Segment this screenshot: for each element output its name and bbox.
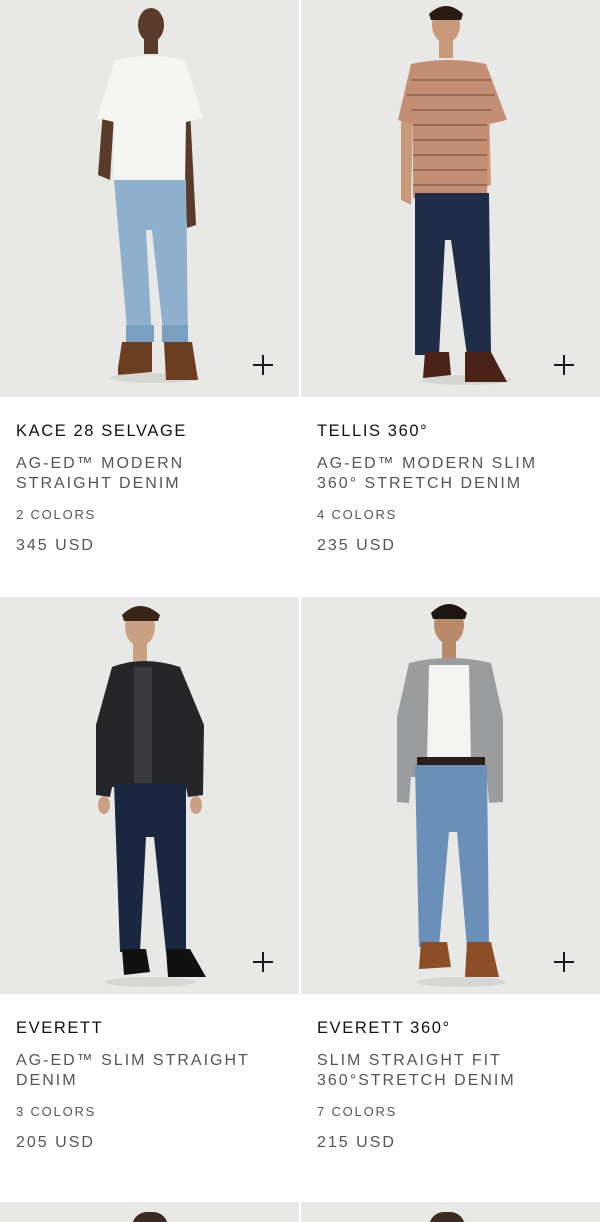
product-name[interactable]: EVERETT 360° (317, 1018, 600, 1038)
product-card[interactable]: TELLIS 360° AG-ED™ MODERN SLIM 360° STRE… (301, 0, 600, 597)
product-image[interactable] (301, 1202, 600, 1222)
product-price: 205 USD (16, 1134, 95, 1151)
product-description: AG-ED™ MODERN SLIM 360° STRETCH DENIM (317, 455, 538, 492)
product-grid: KACE 28 SELVAGE AG-ED™ MODERN STRAIGHT D… (0, 0, 600, 1194)
add-to-bag-plus-icon[interactable] (253, 952, 273, 972)
product-card[interactable]: EVERETT 360° SLIM STRAIGHT FIT 360°STRET… (301, 597, 600, 1194)
product-info: TELLIS 360° AG-ED™ MODERN SLIM 360° STRE… (301, 397, 600, 597)
product-card[interactable]: KACE 28 SELVAGE AG-ED™ MODERN STRAIGHT D… (0, 0, 299, 597)
product-name[interactable]: EVERETT (16, 1018, 299, 1038)
product-color-count: 4 COLORS (317, 507, 398, 522)
model-photo (397, 604, 506, 987)
model-photo (97, 8, 203, 383)
product-description: AG-ED™ MODERN STRAIGHT DENIM (16, 455, 185, 492)
product-price: 215 USD (317, 1134, 396, 1151)
add-to-bag-plus-icon[interactable] (554, 952, 574, 972)
model-photo (96, 606, 206, 987)
product-name[interactable]: KACE 28 SELVAGE (16, 421, 299, 441)
add-to-bag-plus-icon[interactable] (554, 355, 574, 375)
product-info: EVERETT AG-ED™ SLIM STRAIGHT DENIM 3 COL… (0, 994, 299, 1194)
product-image[interactable] (0, 0, 299, 397)
product-color-count: 3 COLORS (16, 1104, 97, 1119)
model-photo (429, 1212, 465, 1222)
product-image[interactable] (301, 597, 600, 994)
product-image[interactable] (0, 1202, 299, 1222)
product-name[interactable]: TELLIS 360° (317, 421, 600, 441)
product-card[interactable]: EVERETT AG-ED™ SLIM STRAIGHT DENIM 3 COL… (0, 597, 299, 1194)
product-price: 345 USD (16, 537, 95, 554)
product-info: EVERETT 360° SLIM STRAIGHT FIT 360°STRET… (301, 994, 600, 1194)
model-photo (398, 6, 511, 385)
product-image[interactable] (0, 597, 299, 994)
product-description: AG-ED™ SLIM STRAIGHT DENIM (16, 1052, 250, 1089)
product-image[interactable] (301, 0, 600, 397)
model-photo (132, 1212, 168, 1222)
product-price: 235 USD (317, 537, 396, 554)
product-color-count: 2 COLORS (16, 507, 97, 522)
product-color-count: 7 COLORS (317, 1104, 398, 1119)
product-info: KACE 28 SELVAGE AG-ED™ MODERN STRAIGHT D… (0, 397, 299, 597)
product-description: SLIM STRAIGHT FIT 360°STRETCH DENIM (317, 1052, 516, 1089)
add-to-bag-plus-icon[interactable] (253, 355, 273, 375)
next-row-preview (0, 1202, 600, 1222)
